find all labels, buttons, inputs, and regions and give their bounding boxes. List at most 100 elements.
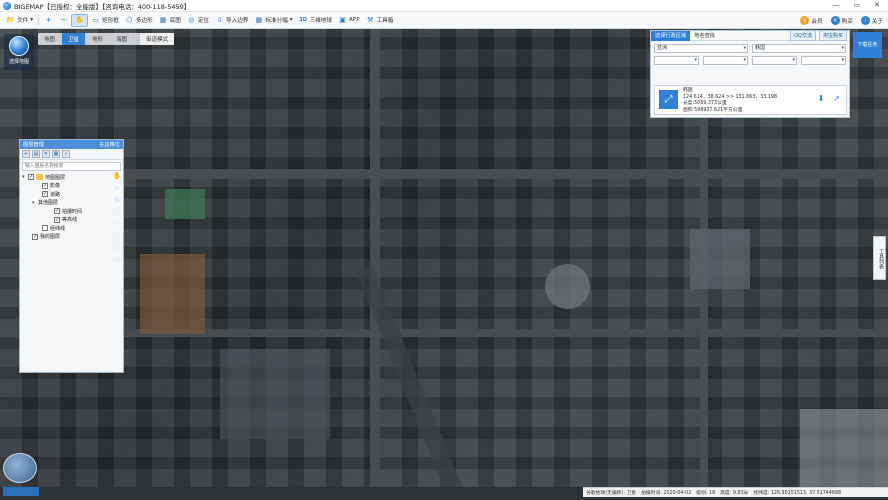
grid-view-icon[interactable]: ▦ xyxy=(52,150,60,158)
layer-tree-row[interactable]: 经纬线 xyxy=(20,224,123,233)
rectangle-select-button[interactable]: ▭ 矩形框 xyxy=(88,14,122,27)
layer-tree-row[interactable]: ✓ 道路 xyxy=(20,190,123,199)
eraser-tool-icon[interactable]: ⌫ xyxy=(113,256,122,265)
tab-nautical[interactable]: 海图 xyxy=(110,33,134,45)
layer-tree-row[interactable]: ✓ 拍摄时间 xyxy=(20,207,123,216)
line-tool-icon[interactable]: ╱ xyxy=(113,208,122,217)
layer-checkbox[interactable]: ✓ xyxy=(28,174,34,180)
zoom-out-icon: − xyxy=(59,16,68,25)
standard-sheet-label: 标准分幅 xyxy=(265,16,287,24)
city-select[interactable] xyxy=(703,56,748,65)
polygon-select-button[interactable]: ⬠ 多边形 xyxy=(122,14,156,27)
grid-icon: ▦ xyxy=(254,16,263,25)
layer-tree-row[interactable]: ✓ 影像 xyxy=(20,182,123,191)
expand-toggle-icon[interactable]: ▾ xyxy=(22,174,27,180)
folder-icon: 📁 xyxy=(6,16,15,25)
region-select-row xyxy=(651,53,849,65)
layer-label: 我的图层 xyxy=(40,233,60,240)
maximize-button[interactable]: ▭ xyxy=(854,1,861,9)
close-button[interactable]: ✕ xyxy=(874,1,880,9)
layer-checkbox[interactable]: ✓ xyxy=(54,208,60,214)
polyline-tool-icon[interactable]: ⌐ xyxy=(113,220,122,229)
qq-chat-button[interactable]: QQ交流 xyxy=(790,30,816,41)
import-boundary-icon: ⇩ xyxy=(215,16,224,25)
tab-terrain[interactable]: 地形 xyxy=(86,33,110,45)
expand-toggle-icon[interactable]: ▾ xyxy=(32,200,37,206)
file-menu[interactable]: 📁 文件 ▾ xyxy=(3,14,36,27)
3d-earth-button[interactable]: 3D 三维地球 xyxy=(296,14,335,27)
layer-checkbox[interactable] xyxy=(42,225,48,231)
window-controls: — ▭ ✕ xyxy=(833,1,881,9)
map-green-roof xyxy=(165,189,205,219)
about-label: 关于 xyxy=(872,17,883,25)
delete-layer-icon[interactable]: ✕ xyxy=(42,150,50,158)
status-altitude: 高度: 9.83米 xyxy=(720,489,748,496)
hand-tool-icon[interactable]: ✋ xyxy=(113,172,122,181)
zoom-out-button[interactable]: − xyxy=(56,14,71,27)
about-icon: i xyxy=(861,16,870,25)
3d-earth-label: 三维地球 xyxy=(310,16,332,24)
tab-map[interactable]: 地图 xyxy=(38,33,62,45)
town-select[interactable] xyxy=(801,56,846,65)
country-select[interactable]: 韩国 xyxy=(752,44,846,53)
province-select[interactable] xyxy=(654,56,699,65)
layer-checkbox[interactable]: ✓ xyxy=(42,191,48,197)
tool-list-tab[interactable]: 工具列表 xyxy=(873,236,886,280)
minimap[interactable] xyxy=(3,453,37,483)
region-result[interactable]: ⤢ 韩国 124.614，38.624 >> 131.863，33.198 长度… xyxy=(654,85,847,115)
map-source-button[interactable]: 选择地图 xyxy=(4,34,34,70)
taobao-buy-button[interactable]: 淘宝购买 xyxy=(819,30,847,41)
status-zoom-level: 级别: 18 xyxy=(696,489,715,496)
map-building xyxy=(220,349,330,439)
about-button[interactable]: i 关于 xyxy=(860,14,884,27)
minimize-button[interactable]: — xyxy=(833,1,840,9)
layer-panel: 图层管理 在这移位 + ▤ ✕ ▦ ⌕ ▾ ✓ 地图图层 ✓ 影像 ✓ 道路 ▾… xyxy=(19,139,124,373)
basemap-button[interactable]: ▦ 底图 xyxy=(156,14,184,27)
import-boundary-label: 导入边界 xyxy=(226,16,248,24)
vip-label: 会员 xyxy=(811,17,822,25)
window-title: BIGEMAP【已授权：全能版】【咨询电话：400-118-5459】 xyxy=(14,1,190,11)
search-icon[interactable]: ⌕ xyxy=(62,150,70,158)
continent-select[interactable]: 亚洲 xyxy=(654,44,748,53)
layer-checkbox[interactable]: ✓ xyxy=(54,217,60,223)
share-icon[interactable]: ↗ xyxy=(833,94,840,103)
circle-tool-icon[interactable]: ○ xyxy=(113,232,122,241)
tab-select-region[interactable]: 选择行政区域 xyxy=(651,31,690,41)
layer-tree-row[interactable]: ✓ 我的图层 xyxy=(20,233,123,242)
vip-button[interactable]: V 会员 xyxy=(799,14,823,27)
layer-label: 影像 xyxy=(50,182,60,189)
zoom-in-button[interactable]: + xyxy=(41,14,56,27)
layer-tree-row[interactable]: ▾ 其他图层 xyxy=(20,199,123,208)
layer-checkbox[interactable]: ✓ xyxy=(42,183,48,189)
app-button[interactable]: ▣ APP xyxy=(335,14,363,27)
layer-label: 经纬线 xyxy=(50,225,65,232)
layer-checkbox[interactable]: ✓ xyxy=(32,234,38,240)
status-coordinates: 经纬度: 126.90151513, 37.51744688 xyxy=(753,489,841,496)
standard-sheet-button[interactable]: ▦ 标准分幅 ▾ xyxy=(251,14,295,27)
rectangle-tool-icon[interactable]: □ xyxy=(113,244,122,253)
download-icon[interactable]: ⬇ xyxy=(818,94,825,103)
toolbar-right: V 会员 ¥ 购买 i 关于 xyxy=(799,14,884,27)
app-label: APP xyxy=(349,17,360,23)
download-task-button[interactable]: 下载任务 xyxy=(853,32,882,58)
app-icon: ▣ xyxy=(338,16,347,25)
region-search-panel: 选择行政区域 地名查找 QQ交流 淘宝购买 亚洲 韩国 ⤢ 韩国 124.614… xyxy=(650,30,850,118)
layer-search-input[interactable] xyxy=(22,162,121,171)
street-mode-button[interactable]: 街道模式 xyxy=(140,33,174,45)
marker-tool-icon[interactable]: ⬤ xyxy=(113,196,122,205)
tab-satellite[interactable]: 卫星 xyxy=(62,33,86,45)
buy-button[interactable]: ¥ 购买 xyxy=(830,14,854,27)
import-boundary-button[interactable]: ⇩ 导入边界 xyxy=(212,14,251,27)
folder-icon[interactable]: ▤ xyxy=(32,150,40,158)
locate-button[interactable]: ◎ 定位 xyxy=(184,14,212,27)
region-area: 面积:598937.621平方公里 xyxy=(683,108,777,115)
add-layer-icon[interactable]: + xyxy=(22,150,30,158)
pointer-tool-icon[interactable]: ➤ xyxy=(113,184,122,193)
pan-button[interactable]: ✋ xyxy=(71,14,88,27)
layer-panel-move-button[interactable]: 在这移位 xyxy=(99,141,120,148)
district-select[interactable] xyxy=(752,56,797,65)
layer-tree-row[interactable]: ✓ 等高线 xyxy=(20,216,123,225)
layer-tree-row[interactable]: ▾ ✓ 地图图层 xyxy=(20,173,123,182)
toolbox-button[interactable]: ⚒ 工具箱 xyxy=(363,14,397,27)
tab-place-search[interactable]: 地名查找 xyxy=(690,31,719,41)
